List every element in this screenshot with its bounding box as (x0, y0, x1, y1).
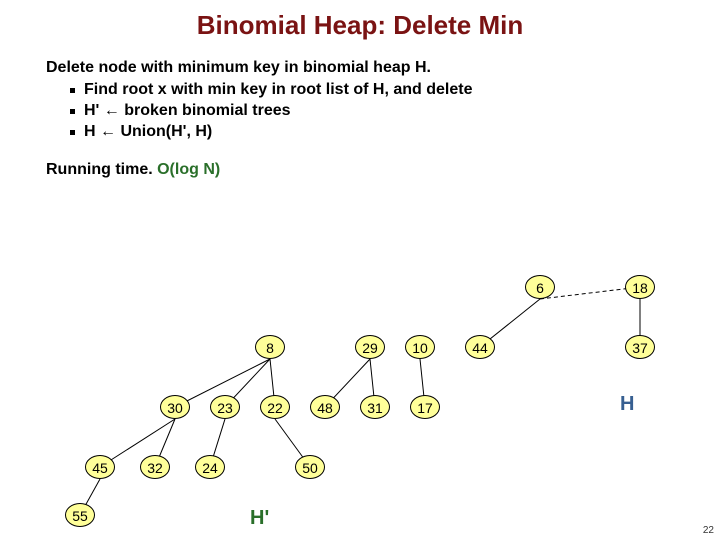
heap-node: 31 (360, 395, 390, 419)
running-time: Running time. O(log N) (46, 161, 720, 179)
page-number: 22 (703, 525, 714, 536)
heap-node: 17 (410, 395, 440, 419)
running-time-value: O(log N) (157, 161, 220, 178)
description-block: Delete node with minimum key in binomial… (46, 59, 720, 179)
heap-node: 44 (465, 335, 495, 359)
heap-node: 32 (140, 455, 170, 479)
bullet-item: H ← Union(H', H) (70, 123, 720, 141)
heap-node: 18 (625, 275, 655, 299)
heap-node: 24 (195, 455, 225, 479)
intro-line: Delete node with minimum key in binomial… (46, 59, 720, 77)
bullet-item: Find root x with min key in root list of… (70, 81, 720, 99)
heap-node: 6 (525, 275, 555, 299)
heap-label-hprime: H' (250, 507, 269, 530)
heap-node: 30 (160, 395, 190, 419)
heap-node: 50 (295, 455, 325, 479)
heap-node: 48 (310, 395, 340, 419)
heap-node: 55 (65, 503, 95, 527)
heap-node: 29 (355, 335, 385, 359)
heap-node: 23 (210, 395, 240, 419)
heap-node: 22 (260, 395, 290, 419)
heap-node: 45 (85, 455, 115, 479)
bullet-list: Find root x with min key in root list of… (46, 81, 720, 141)
heap-diagram: 6 18 8 29 10 44 37 30 23 22 48 31 17 45 … (0, 275, 720, 535)
running-time-label: Running time. (46, 161, 157, 178)
bullet-item: H' ← broken binomial trees (70, 102, 720, 120)
heap-node: 37 (625, 335, 655, 359)
heap-label-h: H (620, 393, 634, 416)
page-title: Binomial Heap: Delete Min (0, 0, 720, 41)
heap-node: 8 (255, 335, 285, 359)
heap-node: 10 (405, 335, 435, 359)
